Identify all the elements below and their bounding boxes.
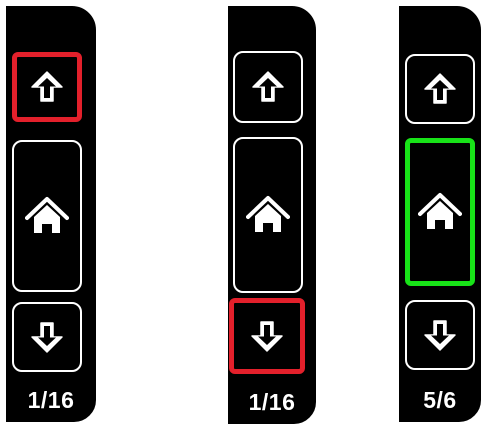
scroll-up-button[interactable] — [12, 52, 82, 122]
scroll-down-button[interactable] — [229, 298, 305, 374]
page-counter: 1/16 — [27, 387, 75, 413]
page-counter: 5/6 — [423, 387, 457, 413]
home-button[interactable] — [405, 138, 475, 286]
arrow-up-icon — [250, 69, 286, 105]
arrow-down-icon — [249, 318, 285, 354]
arrow-down-icon — [29, 319, 65, 355]
arrow-up-icon — [422, 71, 458, 107]
home-icon — [25, 196, 69, 236]
arrow-up-icon — [29, 69, 65, 105]
navigation-panel-2: 1/16 — [226, 4, 318, 426]
scroll-up-button[interactable] — [405, 54, 475, 124]
scroll-down-button[interactable] — [12, 302, 82, 372]
home-button[interactable] — [233, 137, 303, 293]
page-counter: 1/16 — [248, 389, 296, 415]
navigation-panel-1: 1/16 — [4, 4, 98, 424]
scroll-up-button[interactable] — [233, 51, 303, 123]
home-button[interactable] — [12, 140, 82, 292]
scroll-down-button[interactable] — [405, 300, 475, 370]
home-icon — [246, 195, 290, 235]
arrow-down-icon — [422, 317, 458, 353]
navigation-panel-3: 5/6 — [397, 4, 483, 424]
home-icon — [418, 192, 462, 232]
